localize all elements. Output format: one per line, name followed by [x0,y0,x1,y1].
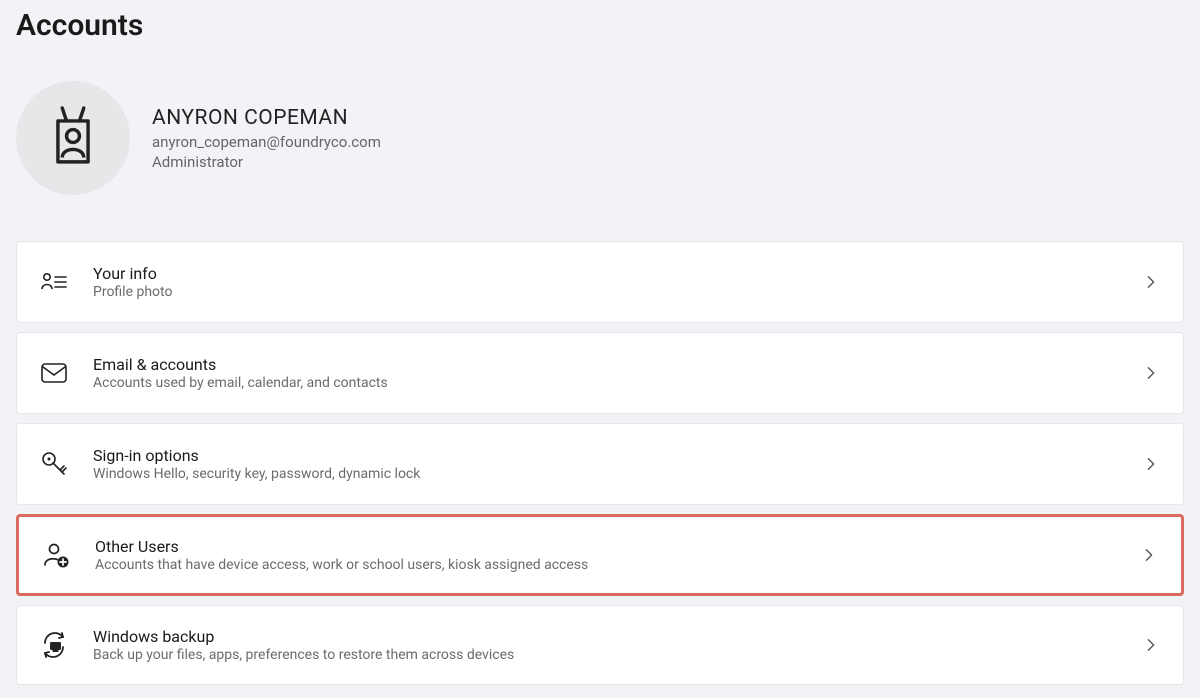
settings-item-windows-backup[interactable]: Windows backup Back up your files, apps,… [16,605,1184,685]
profile-email: anyron_copeman@foundryco.com [152,133,381,151]
settings-item-text: Windows backup Back up your files, apps,… [93,627,1141,663]
chevron-right-icon [1141,638,1161,652]
profile-info: ANYRON COPEMAN anyron_copeman@foundryco.… [152,106,381,171]
avatar [16,81,130,195]
settings-item-title: Email & accounts [93,355,1141,374]
page-title: Accounts [16,8,1184,43]
chevron-right-icon [1141,275,1161,289]
mail-icon [39,358,69,388]
settings-item-your-info[interactable]: Your info Profile photo [16,241,1184,323]
key-icon [39,449,69,479]
settings-item-text: Email & accounts Accounts used by email,… [93,355,1141,391]
settings-item-email-accounts[interactable]: Email & accounts Accounts used by email,… [16,332,1184,414]
id-badge-icon [45,100,101,176]
profile-name: ANYRON COPEMAN [152,106,381,130]
settings-item-signin-options[interactable]: Sign-in options Windows Hello, security … [16,423,1184,505]
settings-item-subtitle: Windows Hello, security key, password, d… [93,466,1141,482]
settings-item-subtitle: Accounts that have device access, work o… [95,557,1139,573]
profile-header: ANYRON COPEMAN anyron_copeman@foundryco.… [16,81,1184,195]
settings-item-title: Sign-in options [93,446,1141,465]
other-users-icon [41,540,71,570]
settings-list: Your info Profile photo Email & accounts… [16,241,1184,685]
chevron-right-icon [1141,457,1161,471]
backup-icon [39,630,69,660]
settings-item-title: Windows backup [93,627,1141,646]
settings-item-text: Sign-in options Windows Hello, security … [93,446,1141,482]
settings-item-title: Your info [93,264,1141,283]
settings-item-text: Other Users Accounts that have device ac… [95,537,1139,573]
settings-item-subtitle: Back up your files, apps, preferences to… [93,647,1141,663]
settings-item-text: Your info Profile photo [93,264,1141,300]
chevron-right-icon [1139,548,1159,562]
person-list-icon [39,267,69,297]
settings-item-subtitle: Profile photo [93,284,1141,300]
chevron-right-icon [1141,366,1161,380]
settings-item-title: Other Users [95,537,1139,556]
settings-item-other-users[interactable]: Other Users Accounts that have device ac… [16,514,1184,596]
profile-role: Administrator [152,153,381,171]
settings-item-subtitle: Accounts used by email, calendar, and co… [93,375,1141,391]
accounts-page: Accounts ANYRON COPEMAN anyron_copeman@f… [0,0,1200,685]
